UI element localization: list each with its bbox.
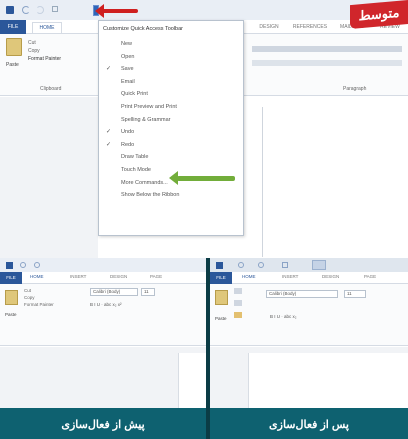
document-area-right [242,97,408,258]
paragraph-group-label: Paragraph [343,86,367,92]
tab-design[interactable]: DESIGN [253,22,285,33]
tab-home[interactable]: HOME [30,274,44,279]
copy-button[interactable]: Copy [28,48,40,54]
font-size-box[interactable]: 11 [141,288,155,296]
menu-title: Customize Quick Access Toolbar [103,26,183,32]
after-qat [210,258,408,272]
format-painter-icon[interactable] [234,312,242,318]
menu-item[interactable]: Redo [121,142,134,148]
tab-page[interactable]: PAGE [364,274,376,279]
menu-item[interactable]: More Commands... [121,180,168,186]
new-document-icon[interactable] [282,262,288,268]
customize-qat-menu: Customize Quick Access Toolbar New Open ✓ S… [98,20,244,236]
font-format-buttons[interactable]: B I U · abc x₂ x² [90,302,122,307]
menu-item[interactable]: Show Below the Ribbon [121,192,179,198]
redo-icon[interactable] [34,262,40,268]
font-name-box[interactable]: Calibri (Body) [266,290,338,298]
touch-icon[interactable] [52,6,58,12]
paste-icon[interactable] [5,290,18,305]
tab-insert[interactable]: INSERT [282,274,298,279]
paragraph-controls-row-2[interactable] [252,60,402,66]
cut-button[interactable]: Cut [24,288,31,293]
document-page [178,353,206,408]
paste-icon[interactable] [6,38,22,56]
tab-insert[interactable]: INSERT [70,274,86,279]
before-tabs: FILE HOME INSERT DESIGN PAGE [0,272,206,284]
after-panel: FILE HOME INSERT DESIGN PAGE Paste Calib… [210,258,408,439]
menu-item[interactable]: New [121,41,132,47]
menu-item[interactable]: Touch Mode [121,167,151,173]
format-painter-button[interactable]: Format Painter [28,56,61,62]
copy-button[interactable]: Copy [24,295,35,300]
paste-label[interactable]: Paste [6,62,19,68]
undo-icon[interactable] [20,262,26,268]
page-edge [262,107,263,257]
document-page [248,353,408,408]
menu-item[interactable]: Draw Table [121,154,148,160]
paste-icon[interactable] [215,290,228,305]
menu-item-check-icon: ✓ [106,129,112,136]
paragraph-controls-row-1[interactable] [252,46,402,52]
menu-item[interactable]: Spelling & Grammar [121,117,171,123]
before-caption: پیش از فعال‌سازی [61,419,145,431]
before-ribbon: Paste Cut Copy Format Painter Calibri (B… [0,284,206,367]
menu-item-check-icon: ✓ [106,141,112,148]
before-qat [0,258,206,272]
menu-item-check-icon: ✓ [106,66,112,73]
paste-label[interactable]: Paste [5,312,17,317]
difficulty-badge: متوسط [350,0,408,30]
tab-references[interactable]: REFERENCES [292,22,328,33]
before-screenshot: FILE HOME INSERT DESIGN PAGE Paste Cut C… [0,258,206,408]
tab-design[interactable]: DESIGN [110,274,127,279]
menu-item[interactable]: Quick Print [121,91,148,97]
redo-icon[interactable] [258,262,264,268]
after-ribbon: Paste Calibri (Body) 11 B I U · abc x₂ C… [210,284,408,367]
menu-item[interactable]: Email [121,79,135,85]
tab-file[interactable]: FILE [0,272,22,284]
tab-home[interactable]: HOME [32,22,62,33]
cut-button[interactable]: Cut [28,40,36,46]
save-icon[interactable] [6,262,13,269]
font-size-box[interactable]: 11 [344,290,366,298]
undo-icon[interactable] [238,262,244,268]
paste-label[interactable]: Paste [215,316,227,321]
quick-access-toolbar [0,0,408,20]
save-icon[interactable] [216,262,223,269]
font-format-buttons[interactable]: B I U · abc x₂ [270,314,297,319]
touch-mode-icon[interactable] [312,260,326,270]
red-arrow-annotation [95,4,138,18]
save-icon[interactable] [6,6,14,14]
after-tabs: FILE HOME INSERT DESIGN PAGE [210,272,408,284]
tab-page[interactable]: PAGE [150,274,162,279]
tab-home[interactable]: HOME [242,274,256,279]
menu-item[interactable]: Save [121,66,134,72]
undo-icon[interactable] [22,6,30,14]
menu-item[interactable]: Open [121,54,134,60]
menu-item[interactable]: Undo [121,129,134,135]
green-arrow-annotation [169,171,235,185]
tab-design[interactable]: DESIGN [322,274,339,279]
after-caption: پس از فعال‌سازی [269,419,349,431]
tab-file[interactable]: FILE [210,272,232,284]
document-area-left [0,97,98,258]
after-document-area [210,347,408,408]
copy-icon[interactable] [234,300,242,306]
word-window-top: FILE HOME DESIGN REFERENCES MAILINGS REV… [0,0,408,258]
menu-item[interactable]: Print Preview and Print [121,104,177,110]
tab-file[interactable]: FILE [0,20,26,34]
before-document-area [0,347,206,408]
cut-icon[interactable] [234,288,242,294]
format-painter-button[interactable]: Format Painter [24,302,54,307]
before-panel: FILE HOME INSERT DESIGN PAGE Paste Cut C… [0,258,206,439]
after-screenshot: FILE HOME INSERT DESIGN PAGE Paste Calib… [210,258,408,408]
font-name-box[interactable]: Calibri (Body) [90,288,138,296]
clipboard-group-label: Clipboard [40,86,62,92]
redo-icon[interactable] [36,6,44,14]
